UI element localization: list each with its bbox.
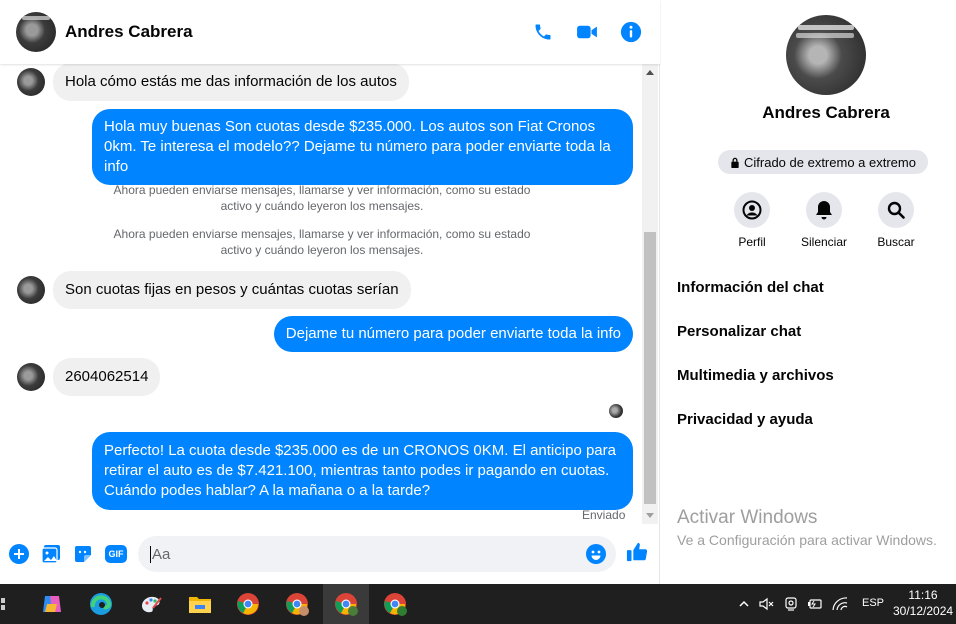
message-bubble-incoming[interactable]: Son cuotas fijas en pesos y cuántas cuot… bbox=[53, 271, 411, 309]
info-icon[interactable] bbox=[620, 21, 642, 43]
battery-icon[interactable] bbox=[807, 598, 823, 610]
profile-avatar-large[interactable] bbox=[786, 15, 866, 95]
chrome-icon[interactable] bbox=[236, 592, 260, 616]
message-row: 2604062514 bbox=[17, 358, 161, 396]
contact-name[interactable]: Andres Cabrera bbox=[65, 22, 193, 42]
edge-icon[interactable] bbox=[89, 592, 113, 616]
lock-icon bbox=[731, 157, 739, 168]
action-label: Silenciar bbox=[800, 235, 848, 249]
system-tray bbox=[738, 595, 848, 613]
message-row: Son cuotas fijas en pesos y cuántas cuot… bbox=[17, 271, 411, 309]
chevron-up-icon[interactable] bbox=[738, 598, 750, 610]
profile-name: Andres Cabrera bbox=[762, 103, 890, 122]
wifi-icon[interactable] bbox=[832, 597, 848, 611]
speaker-muted-icon[interactable] bbox=[759, 597, 775, 611]
message-row: Hola cómo estás me das información de lo… bbox=[17, 64, 409, 101]
contact-avatar[interactable] bbox=[16, 12, 56, 52]
message-row: Perfecto! La cuota desde $235.000 es de … bbox=[92, 432, 633, 510]
gif-label: GIF bbox=[108, 549, 124, 559]
chat-header: Andres Cabrera bbox=[0, 0, 660, 64]
chrome-t-icon[interactable] bbox=[383, 592, 407, 616]
system-notice: Ahora pueden enviarse mensajes, llamarse… bbox=[113, 227, 531, 257]
plus-circle-icon[interactable] bbox=[9, 544, 29, 564]
emoji-icon[interactable] bbox=[586, 544, 606, 568]
chrome-v-icon[interactable] bbox=[334, 592, 358, 616]
gif-icon[interactable]: GIF bbox=[105, 544, 127, 564]
composer: GIF Aa bbox=[0, 524, 660, 584]
clock-time: 11:16 bbox=[908, 588, 938, 602]
clock[interactable]: 11:16 30/12/2024 bbox=[893, 587, 953, 619]
message-bubble-incoming[interactable]: 2604062514 bbox=[53, 358, 161, 396]
activation-watermark-subtitle: Ve a Configuración para activar Windows. bbox=[677, 532, 937, 548]
taskbar: ESP 11:16 30/12/2024 bbox=[0, 584, 956, 624]
message-bubble-outgoing[interactable]: Perfecto! La cuota desde $235.000 es de … bbox=[92, 432, 633, 510]
bell-icon[interactable] bbox=[806, 192, 842, 228]
action-profile[interactable]: Perfil bbox=[712, 192, 792, 249]
activation-watermark-title: Activar Windows bbox=[677, 507, 818, 528]
message-row: Dejame tu número para poder enviarte tod… bbox=[273, 316, 633, 352]
action-label: Perfil bbox=[738, 235, 766, 249]
search-icon[interactable] bbox=[878, 192, 914, 228]
encryption-label: Cifrado de extremo a extremo bbox=[744, 154, 916, 170]
menu-privacy-help[interactable]: Privacidad y ayuda bbox=[677, 411, 813, 428]
scroll-down-arrow[interactable] bbox=[646, 513, 654, 518]
menu-media-files[interactable]: Multimedia y archivos bbox=[677, 367, 834, 384]
keyboard-language[interactable]: ESP bbox=[862, 597, 884, 609]
copilot-icon[interactable] bbox=[40, 592, 64, 616]
menu-chat-info[interactable]: Información del chat bbox=[677, 279, 824, 296]
profile-icon[interactable] bbox=[734, 192, 770, 228]
chat-details-panel: Andres Cabrera Cifrado de extremo a extr… bbox=[661, 0, 956, 584]
file-explorer-icon[interactable] bbox=[188, 592, 212, 616]
paint-icon[interactable] bbox=[139, 592, 163, 616]
message-list[interactable]: Hola cómo estás me das información de lo… bbox=[0, 64, 642, 524]
system-notice: Ahora pueden enviarse mensajes, llamarse… bbox=[113, 183, 531, 213]
chat-pane: Andres Cabrera Hola cómo estás me das in… bbox=[0, 0, 660, 584]
app-window: Andres Cabrera Hola cómo estás me das in… bbox=[0, 0, 956, 624]
photo-icon[interactable] bbox=[41, 544, 61, 564]
clock-date: 30/12/2024 bbox=[893, 604, 954, 618]
sticker-icon[interactable] bbox=[73, 544, 93, 564]
sender-avatar[interactable] bbox=[17, 276, 45, 304]
message-input-placeholder: Aa bbox=[152, 545, 171, 563]
scroll-thumb[interactable] bbox=[644, 232, 656, 504]
webcam-icon[interactable] bbox=[784, 597, 798, 611]
scrollbar[interactable] bbox=[642, 64, 658, 524]
encryption-badge[interactable]: Cifrado de extremo a extremo bbox=[718, 150, 928, 174]
message-row: Hola muy buenas Son cuotas desde $235.00… bbox=[92, 109, 633, 185]
scroll-up-arrow[interactable] bbox=[646, 70, 654, 75]
action-search[interactable]: Buscar bbox=[856, 192, 936, 249]
message-bubble-outgoing[interactable]: Dejame tu número para poder enviarte tod… bbox=[273, 316, 633, 352]
sender-avatar[interactable] bbox=[17, 363, 45, 391]
menu-customize-chat[interactable]: Personalizar chat bbox=[677, 323, 801, 340]
text-caret bbox=[150, 545, 151, 563]
message-bubble-incoming[interactable]: Hola cómo estás me das información de lo… bbox=[53, 64, 409, 101]
action-mute[interactable]: Silenciar bbox=[784, 192, 864, 249]
sender-avatar[interactable] bbox=[17, 68, 45, 96]
start-icon[interactable] bbox=[0, 592, 8, 616]
video-camera-icon[interactable] bbox=[576, 21, 598, 43]
action-label: Buscar bbox=[877, 235, 915, 249]
phone-icon[interactable] bbox=[532, 21, 554, 43]
message-input[interactable]: Aa bbox=[138, 536, 616, 572]
thumbs-up-icon[interactable] bbox=[626, 541, 648, 568]
sent-status: Enviado bbox=[582, 508, 626, 522]
message-bubble-outgoing[interactable]: Hola muy buenas Son cuotas desde $235.00… bbox=[92, 109, 633, 185]
chrome-profile-icon[interactable] bbox=[285, 592, 309, 616]
seen-indicator-avatar bbox=[609, 404, 623, 418]
